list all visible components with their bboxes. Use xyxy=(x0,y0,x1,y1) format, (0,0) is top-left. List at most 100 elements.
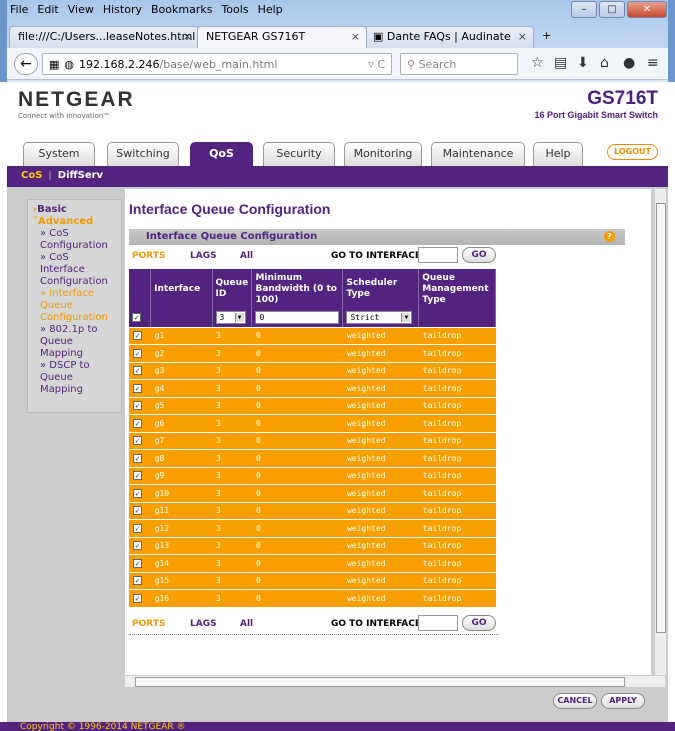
tab-qos[interactable]: QoS xyxy=(190,142,253,166)
browser-tab-netgear[interactable]: NETGEAR GS716T × xyxy=(197,26,367,48)
nav-item-8021p-queue-mapping[interactable]: » 802.1p to Queue Mapping xyxy=(33,324,116,360)
horizontal-scrollbar[interactable] xyxy=(125,675,665,687)
browser-tab-dante[interactable]: ▣ Dante FAQs | Audinate × xyxy=(364,26,534,48)
maximize-icon[interactable]: □ xyxy=(599,1,625,18)
scroll-thumb[interactable] xyxy=(656,203,666,633)
nav-item-dscp-queue-mapping[interactable]: » DSCP to Queue Mapping xyxy=(33,360,116,396)
close-tab-icon[interactable]: × xyxy=(518,30,527,43)
row-checkbox[interactable]: ✓ xyxy=(133,401,142,411)
tab-switching[interactable]: Switching xyxy=(107,142,179,166)
new-tab-icon[interactable]: + xyxy=(534,26,562,48)
queue-id-select[interactable]: 3 ▼ xyxy=(215,311,246,325)
apply-button[interactable]: APPLY xyxy=(601,693,645,709)
table-row[interactable]: ✓ g8 3 0 weighted taildrop xyxy=(129,449,496,468)
tab-maintenance[interactable]: Maintenance xyxy=(431,142,525,166)
close-tab-icon[interactable]: × xyxy=(183,30,192,43)
row-checkbox[interactable]: ✓ xyxy=(133,541,142,551)
menu-hamburger-icon[interactable]: ≡ xyxy=(647,55,659,71)
chat-icon[interactable]: ● xyxy=(623,55,635,71)
tab-security[interactable]: Security xyxy=(263,142,335,166)
nav-advanced[interactable]: ˅Advanced xyxy=(33,216,116,228)
reload-icon[interactable]: ▿ C xyxy=(368,58,385,71)
bookmark-star-icon[interactable]: ☆ xyxy=(531,55,544,71)
nav-basic[interactable]: ›Basic xyxy=(33,204,116,216)
row-checkbox[interactable]: ✓ xyxy=(133,488,142,498)
back-arrow-icon[interactable]: ← xyxy=(14,53,38,75)
table-row[interactable]: ✓ g2 3 0 weighted taildrop xyxy=(129,344,496,363)
url-bar[interactable]: ▦ ◍ 192.168.2.246/base/web_main.html ▿ C xyxy=(42,53,392,75)
table-row[interactable]: ✓ g7 3 0 weighted taildrop xyxy=(129,432,496,450)
filter-ports[interactable]: PORTS xyxy=(132,619,165,629)
subnav-diffserv[interactable]: DiffServ xyxy=(58,170,103,181)
menu-edit[interactable]: Edit xyxy=(37,3,58,16)
filter-lags[interactable]: LAGS xyxy=(190,619,217,629)
table-row[interactable]: ✓ g9 3 0 weighted taildrop xyxy=(129,467,496,485)
row-checkbox[interactable]: ✓ xyxy=(133,471,142,481)
clipboard-icon[interactable]: ▤ xyxy=(554,55,567,71)
row-checkbox[interactable]: ✓ xyxy=(133,348,142,358)
close-tab-icon[interactable]: × xyxy=(351,30,360,43)
download-icon[interactable]: ⬇ xyxy=(577,55,589,71)
table-row[interactable]: ✓ g3 3 0 weighted taildrop xyxy=(129,362,496,380)
filter-lags[interactable]: LAGS xyxy=(190,251,217,261)
filter-all[interactable]: All xyxy=(240,251,253,261)
minimize-icon[interactable]: – xyxy=(571,1,597,18)
close-window-icon[interactable]: ✕ xyxy=(627,1,667,18)
menu-tools[interactable]: Tools xyxy=(221,3,248,16)
subnav-cos[interactable]: CoS xyxy=(21,170,42,181)
home-button-icon[interactable]: ⌂ xyxy=(600,55,609,71)
page-icon: ▣ xyxy=(373,30,387,43)
scheduler-type-select[interactable]: Strict ▼ xyxy=(346,311,413,325)
table-row[interactable]: ✓ g6 3 0 weighted taildrop xyxy=(129,414,496,433)
row-checkbox[interactable]: ✓ xyxy=(133,331,142,341)
search-input[interactable]: ⚲ Search xyxy=(400,53,518,75)
bandwidth-input[interactable]: 0 xyxy=(255,311,340,325)
row-checkbox[interactable]: ✓ xyxy=(133,383,142,393)
menu-history[interactable]: History xyxy=(103,3,142,16)
tab-help[interactable]: Help xyxy=(533,142,583,166)
vertical-scrollbar[interactable] xyxy=(654,189,666,675)
row-checkbox[interactable]: ✓ xyxy=(133,506,142,516)
row-checkbox[interactable]: ✓ xyxy=(133,418,142,428)
go-button[interactable]: GO xyxy=(462,247,496,263)
cancel-button[interactable]: CANCEL xyxy=(553,693,597,709)
nav-item-cos-configuration[interactable]: » CoS Configuration xyxy=(33,228,116,252)
menu-view[interactable]: View xyxy=(68,3,94,16)
table-row[interactable]: ✓ g14 3 0 weighted taildrop xyxy=(129,554,496,573)
filter-all[interactable]: All xyxy=(240,619,253,629)
goto-interface-input[interactable] xyxy=(418,247,458,263)
table-row[interactable]: ✓ g15 3 0 weighted taildrop xyxy=(129,572,496,590)
go-button[interactable]: GO xyxy=(462,615,496,631)
menu-help[interactable]: Help xyxy=(258,3,283,16)
logout-button[interactable]: LOGOUT xyxy=(607,144,658,160)
queue-id-cell: 3 xyxy=(212,572,252,590)
goto-interface-input[interactable] xyxy=(418,615,458,631)
row-checkbox[interactable]: ✓ xyxy=(133,593,142,603)
nav-item-cos-interface-configuration[interactable]: » CoS Interface Configuration xyxy=(33,252,116,288)
menu-file[interactable]: File xyxy=(10,3,28,16)
table-row[interactable]: ✓ g5 3 0 weighted taildrop xyxy=(129,397,496,415)
tab-system[interactable]: System xyxy=(23,142,95,166)
row-checkbox[interactable]: ✓ xyxy=(133,366,142,376)
select-column-header xyxy=(129,269,152,309)
tab-monitoring[interactable]: Monitoring xyxy=(344,142,422,166)
table-row[interactable]: ✓ g11 3 0 weighted taildrop xyxy=(129,502,496,520)
row-checkbox[interactable]: ✓ xyxy=(133,453,142,463)
table-row[interactable]: ✓ g16 3 0 weighted taildrop xyxy=(129,589,496,608)
table-row[interactable]: ✓ g1 3 0 weighted taildrop xyxy=(129,327,496,345)
filter-ports[interactable]: PORTS xyxy=(132,251,165,261)
menu-bookmarks[interactable]: Bookmarks xyxy=(151,3,212,16)
table-row[interactable]: ✓ g4 3 0 weighted taildrop xyxy=(129,379,496,398)
browser-tab-release-notes[interactable]: file:///C:/Users...leaseNotes.html × xyxy=(9,26,199,48)
row-checkbox[interactable]: ✓ xyxy=(133,523,142,533)
help-icon[interactable]: ? xyxy=(604,231,615,242)
row-checkbox[interactable]: ✓ xyxy=(133,576,142,586)
row-checkbox[interactable]: ✓ xyxy=(133,436,142,446)
nav-item-interface-queue-configuration[interactable]: » Interface Queue Configuration xyxy=(33,288,116,324)
table-row[interactable]: ✓ g10 3 0 weighted taildrop xyxy=(129,484,496,503)
table-row[interactable]: ✓ g12 3 0 weighted taildrop xyxy=(129,519,496,538)
table-row[interactable]: ✓ g13 3 0 weighted taildrop xyxy=(129,537,496,555)
scroll-thumb[interactable] xyxy=(135,677,625,687)
select-all-checkbox[interactable]: ✓ xyxy=(132,313,141,323)
row-checkbox[interactable]: ✓ xyxy=(133,558,142,568)
